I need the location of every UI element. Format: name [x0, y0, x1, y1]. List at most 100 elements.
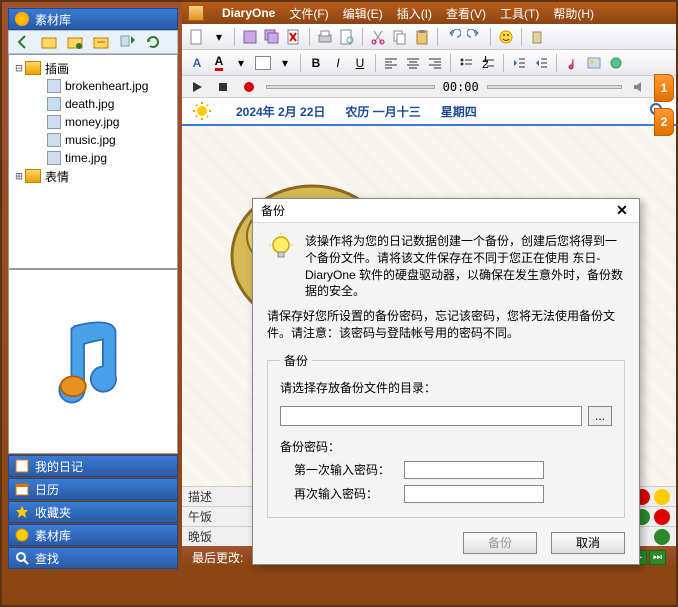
- volume-button[interactable]: [630, 78, 648, 96]
- nav-favorites[interactable]: 收藏夹: [8, 501, 178, 523]
- paste-button[interactable]: [413, 28, 431, 46]
- material-icon: [15, 12, 29, 26]
- tree-node-folder[interactable]: ⊟ 插画: [13, 59, 173, 77]
- date-gregorian: 2024年 2月 22日: [236, 103, 325, 120]
- number-list-button[interactable]: 12: [479, 54, 497, 72]
- underline-button[interactable]: U: [351, 54, 369, 72]
- warn-icon[interactable]: [654, 489, 670, 505]
- dir-label: 请选择存放备份文件的目录：: [280, 379, 612, 396]
- folder-open-icon[interactable]: [93, 34, 109, 50]
- material-nav-icon: [15, 528, 29, 542]
- last-modified-label: 最后更改:: [192, 549, 243, 566]
- password-again-input[interactable]: [404, 485, 544, 503]
- insert-image-button[interactable]: [585, 54, 603, 72]
- nav-calendar[interactable]: 日历: [8, 478, 178, 500]
- insert-link-button[interactable]: [607, 54, 625, 72]
- bullet-list-button[interactable]: [457, 54, 475, 72]
- font-button[interactable]: A: [188, 54, 206, 72]
- nav-label: 日历: [35, 481, 59, 498]
- backup-directory-input[interactable]: [280, 406, 582, 426]
- copy-button[interactable]: [391, 28, 409, 46]
- align-center-button[interactable]: [404, 54, 422, 72]
- backup-button[interactable]: 备份: [463, 532, 537, 554]
- dropdown-icon[interactable]: ▾: [232, 54, 250, 72]
- undo-button[interactable]: [444, 28, 462, 46]
- dropdown-icon[interactable]: ▾: [210, 28, 228, 46]
- toolbar-format: A A ▾ ▾ B I U 12: [182, 50, 676, 76]
- right-tab-2[interactable]: 2: [654, 108, 674, 136]
- record-button[interactable]: [240, 78, 258, 96]
- dialog-info-text-1: 该操作将为您的日记数据创建一个备份，创建后您将得到一个备份文件。请将该文件保存在…: [305, 233, 625, 300]
- stop-button[interactable]: [214, 78, 232, 96]
- audio-bar: 00:00: [182, 76, 676, 98]
- print-button[interactable]: [316, 28, 334, 46]
- menu-insert[interactable]: 插入(I): [397, 5, 432, 22]
- dropdown-icon[interactable]: ▾: [276, 54, 294, 72]
- bold-button[interactable]: B: [307, 54, 325, 72]
- tree-node-file[interactable]: money.jpg: [13, 113, 173, 131]
- tree-node-file[interactable]: time.jpg: [13, 149, 173, 167]
- date-weekday: 星期四: [441, 103, 477, 120]
- tree-file-label: music.jpg: [65, 133, 116, 147]
- play-button[interactable]: [188, 78, 206, 96]
- tree-node-file[interactable]: brokenheart.jpg: [13, 77, 173, 95]
- import-icon[interactable]: [119, 34, 135, 50]
- align-right-button[interactable]: [426, 54, 444, 72]
- last-record-button[interactable]: ⏭: [649, 550, 666, 565]
- refresh-icon[interactable]: [145, 34, 161, 50]
- new-doc-button[interactable]: [188, 28, 206, 46]
- audio-slider[interactable]: [266, 85, 435, 89]
- back-icon[interactable]: [15, 34, 31, 50]
- nav-search[interactable]: 查找: [8, 547, 178, 569]
- sync-icon[interactable]: [654, 529, 670, 545]
- folder-star-icon[interactable]: [67, 34, 83, 50]
- save-button[interactable]: [241, 28, 259, 46]
- pwd-again-label: 再次输入密码：: [294, 485, 404, 502]
- tree-node-folder[interactable]: ⊞ 表情: [13, 167, 173, 185]
- password-first-input[interactable]: [404, 461, 544, 479]
- right-tab-1[interactable]: 1: [654, 74, 674, 102]
- tree-label: 表情: [45, 168, 69, 185]
- star-icon: [15, 505, 29, 519]
- menu-view[interactable]: 查看(V): [446, 5, 486, 22]
- insert-audio-button[interactable]: [563, 54, 581, 72]
- audio-slider-right[interactable]: [487, 85, 622, 89]
- close-icon[interactable]: ✕: [613, 202, 631, 219]
- cut-button[interactable]: [369, 28, 387, 46]
- tree-file-label: money.jpg: [65, 115, 119, 129]
- attachment-button[interactable]: [528, 28, 546, 46]
- menu-file[interactable]: 文件(F): [289, 5, 328, 22]
- smiley-button[interactable]: [497, 28, 515, 46]
- menu-edit[interactable]: 编辑(E): [343, 5, 383, 22]
- redo-button[interactable]: [466, 28, 484, 46]
- nav-material[interactable]: 素材库: [8, 524, 178, 546]
- font-color-button[interactable]: A: [210, 54, 228, 72]
- menu-tools[interactable]: 工具(T): [500, 5, 539, 22]
- indent-button[interactable]: [532, 54, 550, 72]
- highlight-button[interactable]: [254, 54, 272, 72]
- browse-button[interactable]: ...: [588, 406, 612, 426]
- tree-node-file[interactable]: death.jpg: [13, 95, 173, 113]
- nav-label: 我的日记: [35, 458, 83, 475]
- sidebar-toolbar: [8, 30, 178, 54]
- expander-plus-icon[interactable]: ⊞: [13, 169, 25, 183]
- print-preview-button[interactable]: [338, 28, 356, 46]
- nav-my-diary[interactable]: 我的日记: [8, 455, 178, 477]
- tree-file-label: time.jpg: [65, 151, 107, 165]
- image-file-icon: [47, 115, 61, 129]
- svg-text:2: 2: [482, 57, 489, 70]
- tree-node-file[interactable]: music.jpg: [13, 131, 173, 149]
- italic-button[interactable]: I: [329, 54, 347, 72]
- expander-minus-icon[interactable]: ⊟: [13, 61, 25, 75]
- outdent-button[interactable]: [510, 54, 528, 72]
- save-all-button[interactable]: [263, 28, 281, 46]
- new-folder-icon[interactable]: [41, 34, 57, 50]
- remove-icon[interactable]: [654, 509, 670, 525]
- toolbar-main: ▾: [182, 24, 676, 50]
- menu-help[interactable]: 帮助(H): [553, 5, 594, 22]
- align-left-button[interactable]: [382, 54, 400, 72]
- sun-icon[interactable]: [192, 101, 212, 121]
- cancel-button[interactable]: 取消: [551, 532, 625, 554]
- sidebar-header-material[interactable]: 素材库: [8, 8, 178, 30]
- delete-button[interactable]: [285, 28, 303, 46]
